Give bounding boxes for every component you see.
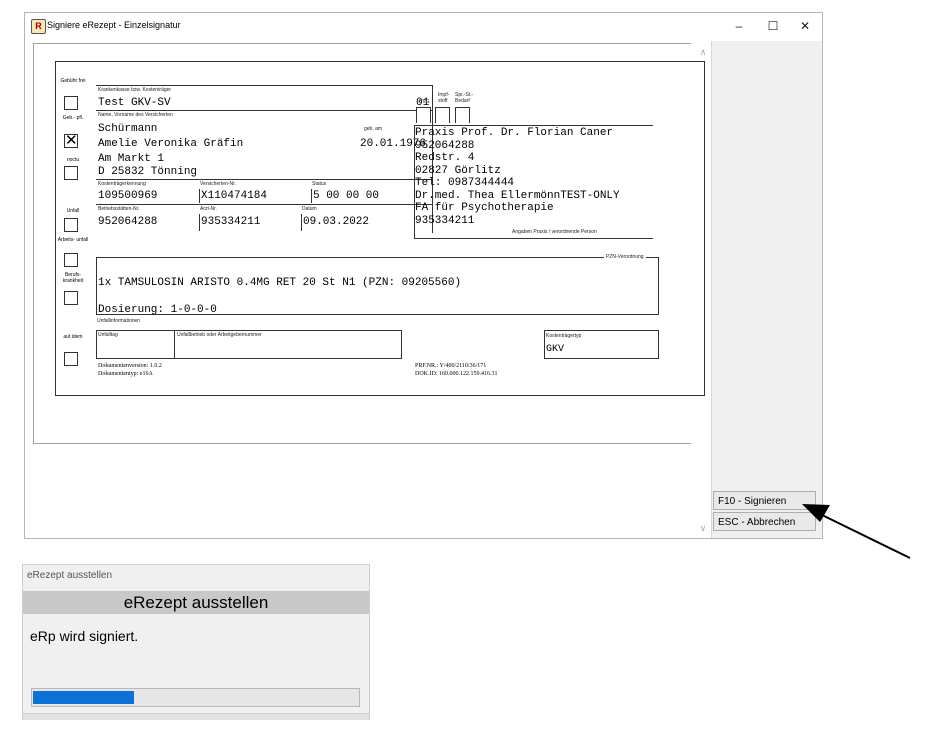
kostentraegertyp-label: Kostenträgertyp <box>546 333 582 339</box>
patient-firstname: Amelie Veronika Gräfin <box>98 138 244 150</box>
app-icon: R <box>31 19 46 34</box>
praxis-caption: Angaben Praxis / verordnende Person <box>512 229 597 235</box>
unfalltag-label: Unfalltag <box>98 332 118 338</box>
kostentraegertyp-value: GKV <box>546 344 565 355</box>
arzt-nr-label: Arzt-Nr. <box>200 206 217 212</box>
status-value: 5 00 00 00 <box>313 190 380 202</box>
datum-value: 09.03.2022 <box>303 216 370 228</box>
signing-progress-bar <box>31 688 360 707</box>
praxis-line-3: Redstr. 4 <box>415 152 475 164</box>
arbeitsunfall-checkbox[interactable] <box>64 253 78 267</box>
kasse-value: Test GKV-SV <box>98 97 171 109</box>
unfall-checkbox[interactable] <box>64 218 78 232</box>
divider <box>96 204 432 205</box>
divider <box>174 330 175 358</box>
bvg-label: BVG <box>419 99 430 105</box>
divider <box>96 110 432 111</box>
datum-label: Datum <box>302 206 317 212</box>
praxis-line-6: Dr.med. Thea EllermönnTEST-ONLY <box>415 190 620 202</box>
arzt-nr-value: 935334211 <box>201 216 261 228</box>
praxis-line-7: FA für Psychotherapie <box>415 202 554 214</box>
impf-label: Impf- stoff <box>438 92 450 104</box>
prf-nr: PRF.NR.: Y/400/2110/36/171 <box>415 363 487 369</box>
doc-version: Dokumentenversion: 1.0.2 <box>98 363 162 369</box>
geb-label: geb. am <box>364 126 383 132</box>
dialog-window-title: eRezept ausstellen <box>27 570 113 581</box>
unfallbetrieb-label: Unfallbetrieb oder Arbeitgebernummer <box>177 332 262 338</box>
progress-fill <box>33 691 134 704</box>
aut-idem-checkbox[interactable] <box>64 352 78 366</box>
action-panel <box>711 41 822 538</box>
betriebsstaette-value: 952064288 <box>98 216 158 228</box>
divider <box>199 214 200 231</box>
praxis-line-4: 02827 Görlitz <box>415 165 501 177</box>
annotation-arrow-icon <box>802 504 911 559</box>
kasse-label: Krankenkasse bzw. Kostenträger <box>98 87 172 93</box>
scroll-down-icon[interactable]: ∨ <box>698 523 708 534</box>
gebuehr-frei-checkbox[interactable] <box>64 96 78 110</box>
divider <box>199 189 200 203</box>
versicherten-value: X110474184 <box>201 190 268 202</box>
medication-line: 1x TAMSULOSIN ARISTO 0.4MG RET 20 St N1 … <box>98 277 462 289</box>
versicherten-label: Versicherten-Nr. <box>200 181 236 187</box>
signing-dialog: eRezept ausstellen eRezept ausstellen eR… <box>22 564 370 720</box>
betriebsstaette-label: Betriebsstätten-Nr. <box>98 206 140 212</box>
check-icon: ✕ <box>65 132 78 149</box>
prescription-form: Gebühr frei Geb.- pfl. ✕ noctu Unfall Ar… <box>55 61 705 396</box>
maximize-button[interactable]: ☐ <box>762 17 784 35</box>
patient-lastname: Schürmann <box>98 123 158 135</box>
spr-label: Spr.-St.- Bedarf <box>455 92 474 104</box>
noctu-checkbox[interactable] <box>64 166 78 180</box>
berufskrankheit-label: Berufs- krankheit <box>62 272 84 284</box>
unfall-label: Unfall <box>66 208 80 214</box>
praxis-line-8: 935334211 <box>415 215 475 227</box>
divider <box>311 189 312 203</box>
pzn-label: PZN-Verordnung <box>604 254 646 260</box>
aut-idem-label: aut idem <box>63 334 83 340</box>
dialog-heading: eRezept ausstellen <box>23 591 369 614</box>
dosage-line: Dosierung: 1-0-0-0 <box>98 304 217 316</box>
close-button[interactable]: ✕ <box>794 17 816 35</box>
bvg-checkbox[interactable] <box>416 107 431 123</box>
praxis-line-1: Praxis Prof. Dr. Florian Caner <box>415 127 614 139</box>
signature-window: R Signiere eRezept - Einzelsignatur – ☐ … <box>24 12 823 539</box>
kostentraeger-value: 109500969 <box>98 190 158 202</box>
dialog-message: eRp wird signiert. <box>30 628 139 644</box>
geb-pfl-label: Geb.- pfl. <box>62 115 84 121</box>
berufskrankheit-checkbox[interactable] <box>64 291 78 305</box>
divider <box>96 179 432 180</box>
divider <box>301 214 302 231</box>
dok-id: DOK.ID: 160.000.122.159.416.31 <box>415 371 498 377</box>
name-label: Name, Vorname des Versicherten <box>98 112 173 118</box>
minimize-button[interactable]: – <box>728 17 750 35</box>
window-title: Signiere eRezept - Einzelsignatur <box>47 20 181 30</box>
dialog-bottom-strip <box>23 713 369 720</box>
kostentraeger-label: Kostenträgerkennung <box>98 181 146 187</box>
status-label: Status <box>312 181 327 187</box>
gebuehr-frei-label: Gebühr frei <box>60 78 86 84</box>
patient-city: D 25832 Tönning <box>98 166 198 178</box>
unfall-info-label: Unfallinformationen <box>97 318 141 324</box>
scroll-up-icon[interactable]: ∧ <box>698 47 708 58</box>
impfstoff-checkbox[interactable] <box>435 107 450 123</box>
doc-type: Dokumententyp: e16A <box>98 371 153 377</box>
patient-street: Am Markt 1 <box>98 153 165 165</box>
geb-pfl-checkbox[interactable]: ✕ <box>64 132 78 149</box>
arbeitsunfall-label: Arbeits- unfall <box>57 237 89 243</box>
praxis-line-5: Tel: 0987344444 <box>415 177 515 189</box>
noctu-label: noctu <box>66 157 80 163</box>
title-bar[interactable]: R Signiere eRezept - Einzelsignatur – ☐ … <box>25 13 822 41</box>
spr-bedarf-checkbox[interactable] <box>455 107 470 123</box>
praxis-line-2: 952064288 <box>415 140 475 152</box>
